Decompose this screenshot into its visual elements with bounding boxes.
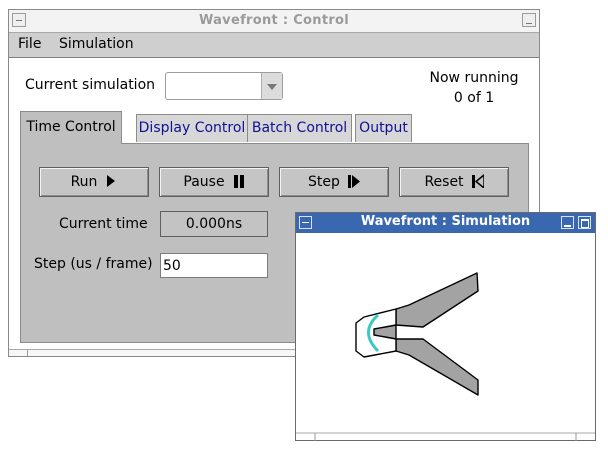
run-button[interactable]: Run xyxy=(39,167,149,197)
control-window-title: Wavefront : Control xyxy=(198,13,350,28)
pause-icon xyxy=(233,170,245,188)
upper-flange xyxy=(395,272,479,328)
step-forward-icon xyxy=(347,170,360,188)
running-count: 0 of 1 xyxy=(453,90,495,106)
current-simulation-dropdown[interactable] xyxy=(165,72,283,100)
simulation-window-title: Wavefront : Simulation xyxy=(360,214,531,229)
step-button[interactable]: Step xyxy=(279,167,389,197)
menu-file[interactable]: File xyxy=(18,36,41,52)
simulation-window: Wavefront : Simulation xyxy=(295,212,596,441)
running-status: Now running 0 of 1 xyxy=(414,68,534,108)
tab-batch-control[interactable]: Batch Control xyxy=(247,114,352,142)
minimize-icon[interactable] xyxy=(522,13,536,27)
step-size-input[interactable] xyxy=(160,253,268,278)
lower-flange xyxy=(395,338,479,396)
reset-button[interactable]: Reset xyxy=(399,167,509,197)
running-status-line: Now running xyxy=(429,70,519,86)
maximize-icon[interactable] xyxy=(578,216,591,229)
tab-time-control[interactable]: Time Control xyxy=(20,111,122,144)
pause-button[interactable]: Pause xyxy=(159,167,269,197)
tab-display-control[interactable]: Display Control xyxy=(136,114,248,142)
play-icon xyxy=(105,170,117,187)
simulation-canvas[interactable] xyxy=(296,233,595,441)
reset-label: Reset xyxy=(424,174,464,190)
current-simulation-label: Current simulation xyxy=(25,77,156,93)
chevron-down-icon[interactable] xyxy=(261,73,282,99)
current-time-value: 0.000ns xyxy=(160,211,268,237)
control-titlebar[interactable]: Wavefront : Control xyxy=(9,10,539,33)
step-label: Step xyxy=(308,174,340,190)
menu-simulation[interactable]: Simulation xyxy=(59,36,134,52)
current-time-label: Current time xyxy=(59,216,148,232)
tab-output[interactable]: Output xyxy=(355,114,412,142)
run-label: Run xyxy=(70,174,98,190)
pause-label: Pause xyxy=(183,174,225,190)
menubar: File Simulation xyxy=(9,33,539,58)
minimize-icon[interactable] xyxy=(561,216,574,229)
horn-geometry xyxy=(355,272,479,396)
reset-icon xyxy=(471,170,485,190)
simulation-titlebar[interactable]: Wavefront : Simulation xyxy=(296,213,595,233)
step-size-label: Step (us / frame) xyxy=(34,256,153,272)
